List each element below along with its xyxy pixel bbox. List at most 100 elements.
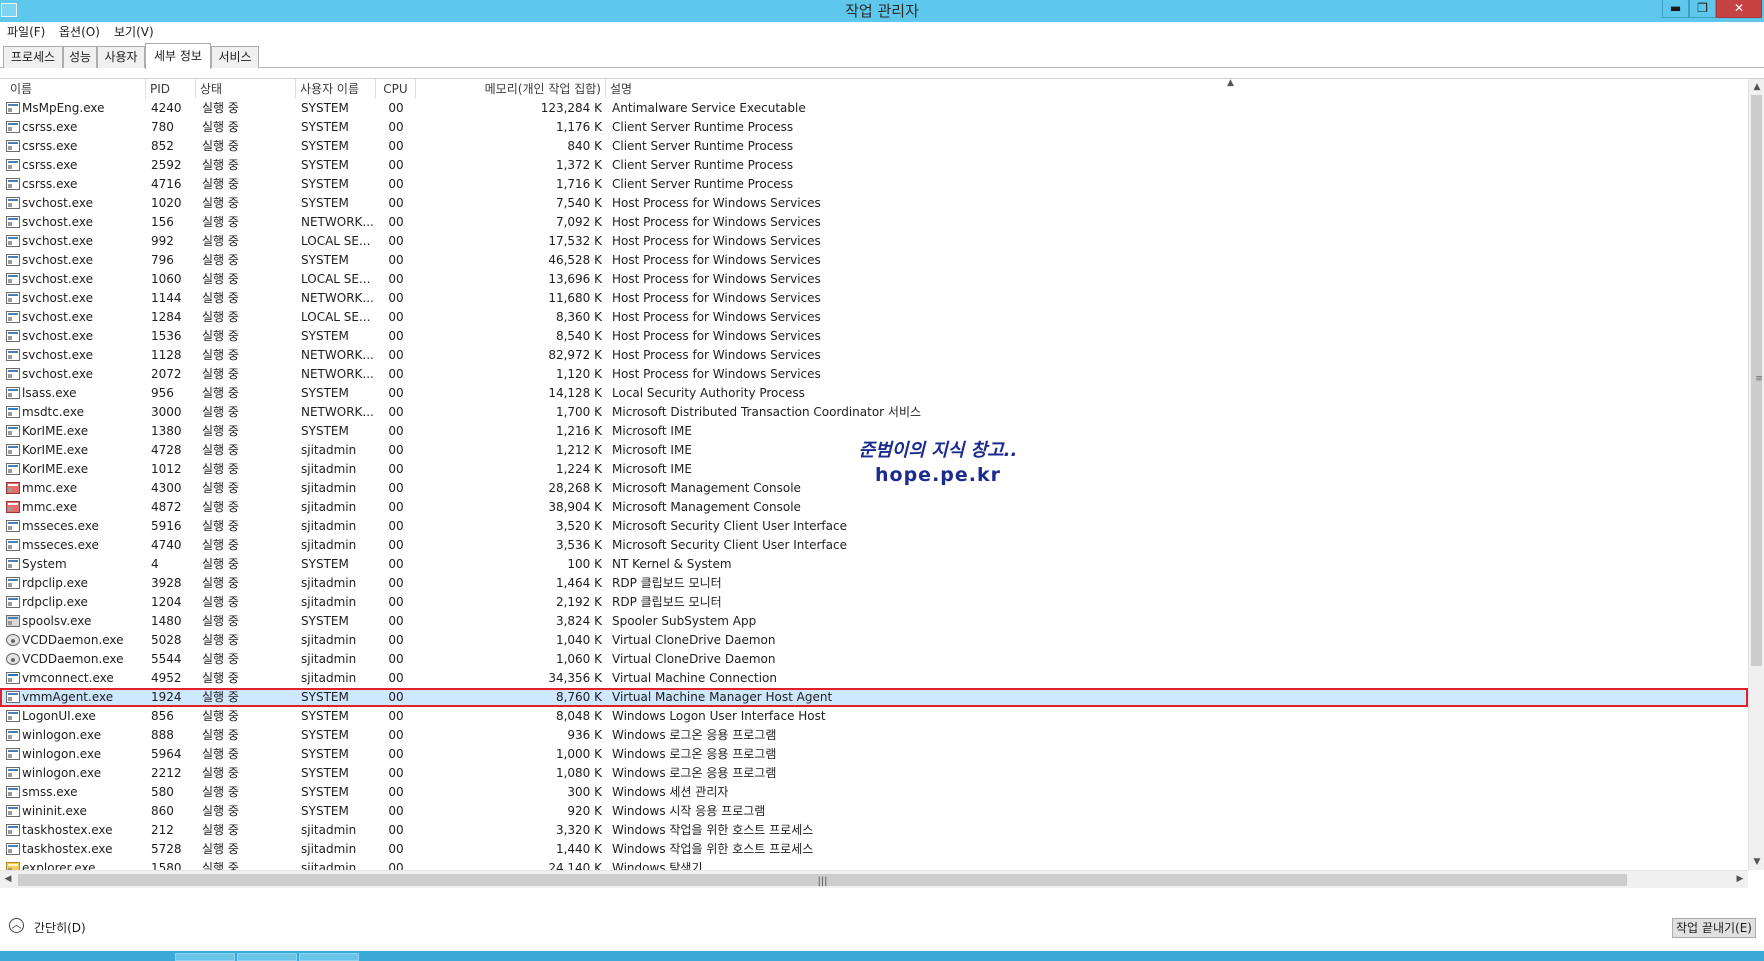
table-row[interactable]: csrss.exe 852 실행 중 SYSTEM 00 840 K Client Serv… [0, 137, 1748, 156]
column-header-memory[interactable]: 메모리(개인 작업 집합) [416, 79, 606, 99]
column-header-pid[interactable]: PID [146, 79, 196, 99]
table-row[interactable]: svchost.exe 1060 실행 중 LOCAL SE... 00 13,696 K… [0, 270, 1748, 289]
process-description: Microsoft IME [612, 424, 692, 438]
scroll-left-arrow-icon[interactable]: ◀ [0, 871, 16, 887]
table-row[interactable]: lsass.exe 956 실행 중 SYSTEM 00 14,128 K Local Se… [0, 384, 1748, 403]
horizontal-scroll-thumb[interactable]: ||| [18, 874, 1627, 887]
restore-button[interactable]: ❐ [1689, 0, 1716, 18]
tab-services[interactable]: 서비스 [211, 46, 259, 68]
taskbar-button[interactable] [299, 953, 359, 961]
close-button[interactable]: ✕ [1716, 0, 1762, 18]
table-row[interactable]: svchost.exe 1536 실행 중 SYSTEM 00 8,540 K Host P… [0, 327, 1748, 346]
table-row[interactable]: svchost.exe 1284 실행 중 LOCAL SE... 00 8,360 K H… [0, 308, 1748, 327]
menu-file[interactable]: 파일(F) [7, 22, 45, 42]
column-header-description[interactable]: 설명 [606, 79, 1748, 99]
process-name: csrss.exe [22, 120, 78, 134]
table-row[interactable]: svchost.exe 2072 실행 중 NETWORK... 00 1,120 K Ho… [0, 365, 1748, 384]
scroll-right-arrow-icon[interactable]: ▶ [1732, 871, 1748, 887]
process-name: spoolsv.exe [22, 614, 92, 628]
process-user: NETWORK... [301, 291, 374, 305]
column-header-user[interactable]: 사용자 이름 [296, 79, 376, 99]
process-cpu: 00 [388, 842, 404, 856]
process-status: 실행 중 [202, 196, 239, 210]
table-row[interactable]: spoolsv.exe 1480 실행 중 SYSTEM 00 3,824 K Spoole… [0, 612, 1748, 631]
table-row[interactable]: vmconnect.exe 4952 실행 중 sjitadmin 00 34,356 K… [0, 669, 1748, 688]
table-row[interactable]: winlogon.exe 5964 실행 중 SYSTEM 00 1,000 K Windo… [0, 745, 1748, 764]
column-header-cpu[interactable]: CPU [376, 79, 416, 99]
process-cpu: 00 [388, 177, 404, 191]
process-status: 실행 중 [202, 177, 239, 191]
table-row[interactable]: svchost.exe 796 실행 중 SYSTEM 00 46,528 K Host P… [0, 251, 1748, 270]
app-icon [6, 710, 20, 722]
horizontal-scrollbar[interactable]: ◀ ||| ▶ [0, 870, 1748, 888]
table-row[interactable]: svchost.exe 1128 실행 중 NETWORK... 00 82,972 K H… [0, 346, 1748, 365]
menu-options[interactable]: 옵션(O) [59, 22, 100, 42]
tab-details[interactable]: 세부 정보 [145, 43, 211, 69]
table-row[interactable]: csrss.exe 2592 실행 중 SYSTEM 00 1,372 K Client S… [0, 156, 1748, 175]
table-row[interactable]: winlogon.exe 2212 실행 중 SYSTEM 00 1,080 K Windo… [0, 764, 1748, 783]
table-row[interactable]: msdtc.exe 3000 실행 중 NETWORK... 00 1,700 K Micr… [0, 403, 1748, 422]
process-cpu: 00 [388, 291, 404, 305]
watermark-line2: hope.pe.kr [875, 464, 1001, 486]
process-description: Host Process for Windows Services [612, 215, 821, 229]
table-row[interactable]: winlogon.exe 888 실행 중 SYSTEM 00 936 K Windows … [0, 726, 1748, 745]
process-name: VCDDaemon.exe [22, 652, 124, 666]
process-description: Microsoft Security Client User Interface [612, 538, 847, 552]
table-row[interactable]: rdpclip.exe 3928 실행 중 sjitadmin 00 1,464 K RDP… [0, 574, 1748, 593]
table-row[interactable]: VCDDaemon.exe 5028 실행 중 sjitadmin 00 1,040 K V… [0, 631, 1748, 650]
table-row[interactable]: csrss.exe 4716 실행 중 SYSTEM 00 1,716 K Client S… [0, 175, 1748, 194]
taskbar-button[interactable] [237, 953, 297, 961]
process-status: 실행 중 [202, 386, 239, 400]
table-row[interactable]: mmc.exe 4872 실행 중 sjitadmin 00 38,904 K Micros… [0, 498, 1748, 517]
scroll-down-arrow-icon[interactable]: ▼ [1749, 854, 1764, 870]
process-memory: 7,540 K [555, 196, 602, 210]
table-row[interactable]: System 4 실행 중 SYSTEM 00 100 K NT Kernel & Syst… [0, 555, 1748, 574]
table-row[interactable]: taskhostex.exe 5728 실행 중 sjitadmin 00 1,440 K… [0, 840, 1748, 859]
table-row[interactable]: wininit.exe 860 실행 중 SYSTEM 00 920 K Windows 시… [0, 802, 1748, 821]
table-row[interactable]: rdpclip.exe 1204 실행 중 sjitadmin 00 2,192 K RDP… [0, 593, 1748, 612]
fewer-details-link[interactable]: 간단히(D) [34, 919, 86, 936]
process-pid: 992 [151, 234, 174, 248]
table-row[interactable]: svchost.exe 1144 실행 중 NETWORK... 00 11,680 K H… [0, 289, 1748, 308]
table-row[interactable]: MsMpEng.exe 4240 실행 중 SYSTEM 00 123,284 K Anti… [0, 99, 1748, 118]
table-row[interactable]: VCDDaemon.exe 5544 실행 중 sjitadmin 00 1,060 K V… [0, 650, 1748, 669]
table-row[interactable]: smss.exe 580 실행 중 SYSTEM 00 300 K Windows 세션 관… [0, 783, 1748, 802]
process-user: sjitadmin [301, 652, 357, 666]
table-row[interactable]: svchost.exe 992 실행 중 LOCAL SE... 00 17,532 K H… [0, 232, 1748, 251]
process-memory: 1,212 K [555, 443, 602, 457]
table-row[interactable]: svchost.exe 1020 실행 중 SYSTEM 00 7,540 K Host P… [0, 194, 1748, 213]
process-memory: 1,060 K [555, 652, 602, 666]
process-status: 실행 중 [202, 443, 239, 457]
table-row[interactable]: explorer.exe 1580 실행 중 sjitadmin 00 24,140 K W… [0, 859, 1748, 870]
process-cpu: 00 [388, 766, 404, 780]
process-status: 실행 중 [202, 462, 239, 476]
process-pid: 852 [151, 139, 174, 153]
table-row[interactable]: csrss.exe 780 실행 중 SYSTEM 00 1,176 K Client Se… [0, 118, 1748, 137]
table-row[interactable]: svchost.exe 156 실행 중 NETWORK... 00 7,092 K Hos… [0, 213, 1748, 232]
vertical-scroll-thumb[interactable]: ≡ [1751, 95, 1763, 666]
table-row[interactable]: LogonUI.exe 856 실행 중 SYSTEM 00 8,048 K Windows… [0, 707, 1748, 726]
end-task-button[interactable]: 작업 끝내기(E) [1672, 918, 1756, 938]
table-row[interactable]: vmmAgent.exe 1924 실행 중 SYSTEM 00 8,760 K Virtu… [0, 688, 1748, 707]
tab-processes[interactable]: 프로세스 [3, 46, 63, 68]
column-header-status[interactable]: 상태 [196, 79, 296, 99]
process-user: sjitadmin [301, 519, 357, 533]
column-header-name[interactable]: 이름 [0, 79, 146, 99]
table-row[interactable]: taskhostex.exe 212 실행 중 sjitadmin 00 3,320 K W… [0, 821, 1748, 840]
taskbar-button[interactable] [175, 953, 235, 961]
table-row[interactable]: msseces.exe 4740 실행 중 sjitadmin 00 3,536 K Mic… [0, 536, 1748, 555]
process-description: Windows 작업을 위한 호스트 프로세스 [612, 823, 814, 837]
chevron-up-icon[interactable]: ︿ [9, 918, 24, 933]
minimize-button[interactable]: ▬ [1662, 0, 1689, 18]
tab-performance[interactable]: 성능 [63, 46, 97, 68]
process-user: SYSTEM [301, 177, 349, 191]
process-user: LOCAL SE... [301, 234, 371, 248]
menu-view[interactable]: 보기(V) [114, 22, 154, 42]
process-description: Client Server Runtime Process [612, 139, 794, 153]
process-pid: 888 [151, 728, 174, 742]
table-row[interactable]: msseces.exe 5916 실행 중 sjitadmin 00 3,520 K Mic… [0, 517, 1748, 536]
scroll-up-arrow-icon[interactable]: ▲ [1749, 79, 1764, 95]
explorer-icon [6, 862, 20, 870]
vertical-scrollbar[interactable]: ▲ ≡ ▼ [1748, 79, 1764, 870]
tab-users[interactable]: 사용자 [97, 46, 145, 68]
